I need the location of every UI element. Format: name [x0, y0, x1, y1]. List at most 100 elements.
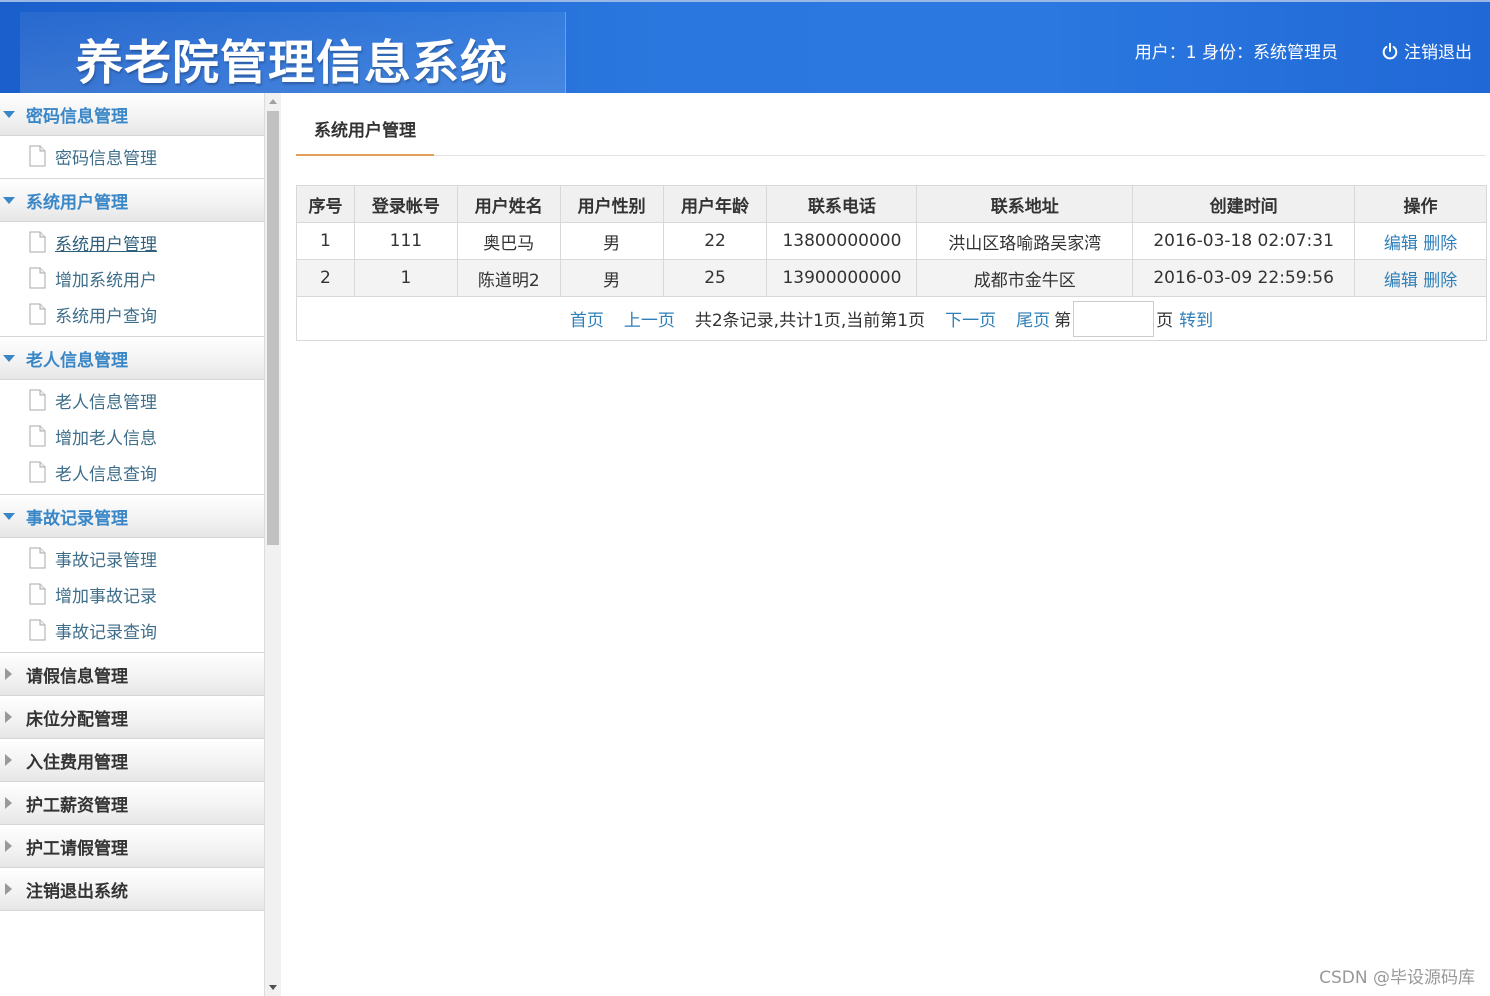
- page-icon: [29, 425, 46, 447]
- sidebar-sublist: 事故记录管理 增加事故记录 事故记录查询: [0, 538, 264, 653]
- pager-summary: 共2条记录,共计1页,当前第1页: [694, 311, 926, 331]
- sidebar-item-elder-manage[interactable]: 老人信息管理: [0, 382, 264, 418]
- page-icon: [29, 231, 46, 253]
- cell-actions: 编辑 删除: [1354, 222, 1487, 260]
- sidebar-group-password[interactable]: 密码信息管理: [0, 93, 264, 136]
- sidebar-group-bed[interactable]: 床位分配管理: [0, 696, 264, 739]
- sidebar-group-accident[interactable]: 事故记录管理: [0, 495, 264, 538]
- sidebar-group-label: 护工请假管理: [26, 838, 128, 859]
- sidebar-group-label: 老人信息管理: [26, 350, 128, 371]
- page-icon: [29, 583, 46, 605]
- sidebar-sublist: 密码信息管理: [0, 136, 264, 179]
- cell-account: 111: [353, 222, 458, 260]
- sidebar-group-label: 注销退出系统: [26, 881, 128, 902]
- page-icon: [29, 145, 46, 167]
- sidebar-item-label: 增加系统用户: [55, 270, 157, 291]
- sidebar-item-accident-query[interactable]: 事故记录查询: [0, 612, 264, 648]
- cell-index: 2: [296, 259, 355, 297]
- sidebar-item-sysuser-manage[interactable]: 系统用户管理: [0, 224, 264, 260]
- pager-prev-link[interactable]: 上一页: [624, 306, 675, 331]
- table-header-row: 序号 登录帐号 用户姓名 用户性别 用户年龄 联系电话 联系地址 创建时间 操作: [296, 185, 1487, 223]
- tab-sysuser-manage[interactable]: 系统用户管理: [296, 111, 434, 156]
- table-row: 2 1 陈道明2 男 25 13900000000 成都市金牛区 2016-03…: [296, 259, 1487, 297]
- pager: 首页 上一页 共2条记录,共计1页,当前第1页 下一页 尾页 第 页 转到: [296, 296, 1487, 341]
- header-bar: 养老院管理信息系统 用户：1 身份：系统管理员 注销退出: [0, 0, 1490, 95]
- scrollbar-thumb[interactable]: [267, 111, 279, 545]
- caret-right-icon: [5, 668, 12, 680]
- page-number-input[interactable]: [1073, 300, 1155, 337]
- sidebar-item-label: 系统用户管理: [55, 234, 157, 255]
- tab-bar: 系统用户管理: [296, 111, 1486, 156]
- column-header: 联系电话: [766, 185, 918, 223]
- logout-button[interactable]: 注销退出: [1381, 38, 1472, 63]
- cell-phone: 13900000000: [766, 259, 918, 297]
- sidebar-item-accident-manage[interactable]: 事故记录管理: [0, 540, 264, 576]
- table-row: 1 111 奥巴马 男 22 13800000000 洪山区珞喻路吴家湾 201…: [296, 222, 1487, 260]
- sidebar-group-label: 请假信息管理: [26, 666, 128, 687]
- caret-down-icon: [3, 355, 15, 362]
- sidebar-scrollbar[interactable]: [265, 93, 281, 996]
- pager-page-prefix: 第: [1054, 311, 1072, 331]
- caret-right-icon: [5, 840, 12, 852]
- pager-goto-link[interactable]: 转到: [1179, 306, 1213, 331]
- sidebar-item-password-manage[interactable]: 密码信息管理: [0, 138, 264, 174]
- caret-down-icon: [3, 197, 15, 204]
- user-info: 用户：1 身份：系统管理员: [1134, 43, 1338, 63]
- column-header: 登录帐号: [353, 185, 458, 223]
- caret-down-icon: [3, 111, 15, 118]
- delete-link[interactable]: 删除: [1423, 271, 1457, 291]
- sidebar-group-elder[interactable]: 老人信息管理: [0, 337, 264, 380]
- cell-age: 25: [662, 259, 768, 297]
- watermark: CSDN @毕设源码库: [1319, 968, 1475, 988]
- delete-link[interactable]: 删除: [1423, 234, 1457, 254]
- logout-label: 注销退出: [1404, 43, 1472, 63]
- sidebar-group-label: 密码信息管理: [26, 106, 128, 127]
- edit-link[interactable]: 编辑: [1384, 234, 1418, 254]
- pager-last-link[interactable]: 尾页: [1016, 306, 1050, 331]
- sidebar-group-fee[interactable]: 入住费用管理: [0, 739, 264, 782]
- scroll-down-icon[interactable]: [269, 985, 277, 990]
- power-icon: [1382, 42, 1398, 59]
- pager-first-link[interactable]: 首页: [570, 306, 604, 331]
- sidebar-item-label: 老人信息查询: [55, 464, 157, 485]
- sidebar-item-sysuser-query[interactable]: 系统用户查询: [0, 296, 264, 332]
- sidebar-group-logout[interactable]: 注销退出系统: [0, 868, 264, 911]
- sidebar-group-sysuser[interactable]: 系统用户管理: [0, 179, 264, 222]
- cell-name: 陈道明2: [456, 259, 561, 297]
- sidebar-item-accident-add[interactable]: 增加事故记录: [0, 576, 264, 612]
- cell-gender: 男: [559, 259, 664, 297]
- cell-actions: 编辑 删除: [1354, 259, 1487, 297]
- caret-right-icon: [5, 754, 12, 766]
- caret-right-icon: [5, 883, 12, 895]
- pager-next-link[interactable]: 下一页: [945, 306, 996, 331]
- column-header: 用户年龄: [662, 185, 768, 223]
- sidebar-item-sysuser-add[interactable]: 增加系统用户: [0, 260, 264, 296]
- sidebar-item-label: 事故记录查询: [55, 622, 157, 643]
- sidebar-group-salary[interactable]: 护工薪资管理: [0, 782, 264, 825]
- sidebar-group-label: 入住费用管理: [26, 752, 128, 773]
- column-header: 用户姓名: [456, 185, 561, 223]
- sidebar: 密码信息管理 密码信息管理 系统用户管理 系统用户管理 增加系统用户 系统用户查…: [0, 93, 265, 996]
- cell-created: 2016-03-09 22:59:56: [1132, 259, 1356, 297]
- column-header: 联系地址: [916, 185, 1134, 223]
- pager-row: 首页 上一页 共2条记录,共计1页,当前第1页 下一页 尾页 第 页 转到: [296, 296, 1487, 341]
- cell-phone: 13800000000: [766, 222, 918, 260]
- sidebar-item-elder-add[interactable]: 增加老人信息: [0, 418, 264, 454]
- sidebar-group-carer-leave[interactable]: 护工请假管理: [0, 825, 264, 868]
- sidebar-item-label: 密码信息管理: [55, 148, 157, 169]
- sidebar-group-label: 事故记录管理: [26, 508, 128, 529]
- sidebar-sublist: 老人信息管理 增加老人信息 老人信息查询: [0, 380, 264, 495]
- pager-page-suffix: 页: [1156, 311, 1174, 331]
- page-icon: [29, 267, 46, 289]
- sidebar-item-elder-query[interactable]: 老人信息查询: [0, 454, 264, 490]
- app-title: 养老院管理信息系统: [76, 36, 508, 91]
- column-header: 操作: [1354, 185, 1487, 223]
- page-icon: [29, 461, 46, 483]
- caret-right-icon: [5, 711, 12, 723]
- cell-name: 奥巴马: [456, 222, 561, 260]
- sidebar-group-leave[interactable]: 请假信息管理: [0, 653, 264, 696]
- edit-link[interactable]: 编辑: [1384, 271, 1418, 291]
- cell-index: 1: [296, 222, 355, 260]
- sidebar-item-label: 增加事故记录: [55, 586, 157, 607]
- scroll-up-icon[interactable]: [269, 99, 277, 104]
